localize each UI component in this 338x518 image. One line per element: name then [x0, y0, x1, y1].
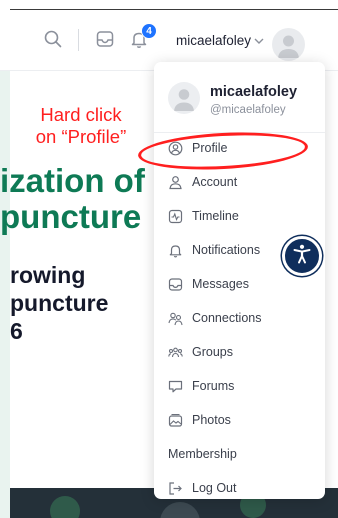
menu-item-membership[interactable]: Membership — [154, 439, 325, 469]
menu-item-account[interactable]: Account — [154, 167, 325, 197]
left-strip — [0, 71, 10, 518]
menu-item-label: Messages — [192, 277, 249, 291]
hero-subtitle-line-3: 6 — [10, 318, 23, 344]
hero-subtitle-line-1: rowing — [10, 262, 86, 288]
menu-item-label: Notifications — [192, 243, 261, 257]
groups-icon — [168, 345, 183, 360]
hero-title-line-1: ization of — [0, 162, 145, 199]
dropdown-display-name[interactable]: micaelafoley — [210, 84, 297, 100]
menu-item-label: Connections — [192, 311, 262, 325]
dropdown-avatar[interactable] — [168, 82, 200, 114]
images-icon — [168, 413, 183, 428]
header-avatar[interactable] — [272, 28, 305, 61]
menu-item-forums[interactable]: Forums — [154, 371, 325, 401]
accessibility-button[interactable] — [282, 236, 322, 276]
chat-icon — [168, 379, 183, 394]
menu-item-label: Membership — [168, 447, 237, 461]
menu-item-label: Log Out — [192, 481, 237, 495]
annotation-text: Hard click on “Profile” — [22, 104, 140, 148]
dropdown-handle: @micaelafoley — [210, 104, 286, 116]
users-icon — [168, 311, 183, 326]
accessibility-icon — [290, 242, 314, 271]
bell-icon — [168, 243, 183, 258]
menu-item-connections[interactable]: Connections — [154, 303, 325, 333]
header-username[interactable]: micaelafoley — [176, 33, 251, 48]
header-divider — [78, 29, 79, 51]
search-icon[interactable] — [42, 28, 64, 50]
activity-icon — [168, 209, 183, 224]
menu-item-photos[interactable]: Photos — [154, 405, 325, 435]
menu-item-label: Forums — [192, 379, 235, 393]
hero-title-line-2: puncture — [0, 198, 142, 235]
inbox-icon[interactable] — [94, 28, 116, 50]
annotation-line-2: on “Profile” — [35, 126, 127, 147]
hero-subtitle-line-2: puncture — [10, 290, 109, 316]
profile-dropdown: micaelafoley @micaelafoley Profile Accou… — [154, 62, 325, 499]
notification-count-badge: 4 — [141, 23, 157, 39]
menu-item-groups[interactable]: Groups — [154, 337, 325, 367]
menu-item-label: Photos — [192, 413, 231, 427]
inbox-icon — [168, 277, 183, 292]
annotation-line-1: Hard click — [40, 104, 122, 125]
menu-item-timeline[interactable]: Timeline — [154, 201, 325, 231]
menu-item-label: Timeline — [192, 209, 239, 223]
menu-item-logout[interactable]: Log Out — [154, 473, 325, 499]
menu-item-label: Account — [192, 175, 238, 189]
logout-icon — [168, 481, 183, 496]
menu-item-label: Groups — [192, 345, 233, 359]
user-icon — [168, 175, 183, 190]
chevron-down-icon[interactable] — [252, 34, 266, 48]
